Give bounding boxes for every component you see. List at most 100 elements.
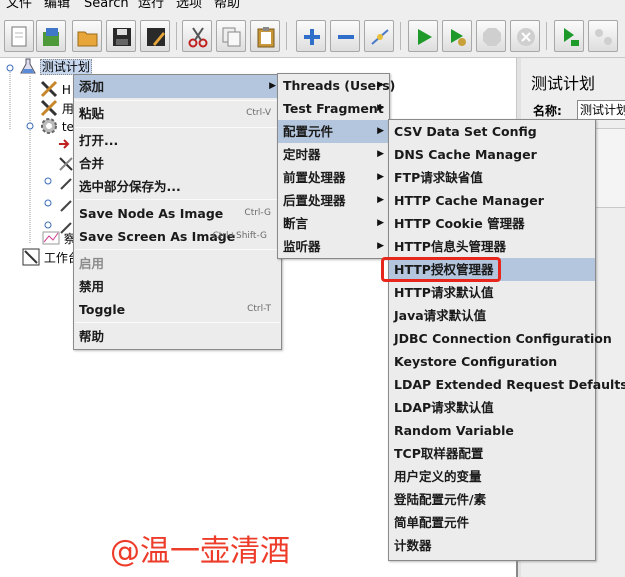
menu-edit[interactable]: 编辑 (44, 0, 70, 12)
stop-button[interactable] (476, 20, 506, 52)
shutdown-button[interactable] (510, 20, 540, 52)
pen-icon (60, 200, 72, 212)
tree-node-pen[interactable] (58, 176, 74, 194)
folder-open-icon (77, 31, 98, 47)
menu-item-ldap-request-defaults[interactable]: LDAP请求默认值 (389, 396, 595, 419)
scissors-icon (188, 27, 208, 48)
context-menu: 添加 ▶ 粘贴 Ctrl-V 打开... 合并 选中部分保存为... Save No… (73, 74, 282, 350)
menu-item-ftp-request-defaults[interactable]: FTP请求缺省值 (389, 166, 595, 189)
new-file-icon (11, 26, 27, 47)
toolbar (0, 14, 625, 58)
chevron-right-icon: ▶ (377, 126, 384, 136)
new-button[interactable] (4, 20, 34, 52)
copy-button[interactable] (216, 20, 246, 52)
menu-item-http-header-manager[interactable]: HTTP信息头管理器 (389, 235, 595, 258)
chevron-right-icon: ▶ (377, 103, 384, 113)
menu-item-dns-cache-manager[interactable]: DNS Cache Manager (389, 143, 595, 166)
menu-separator (75, 322, 280, 323)
menu-item-open[interactable]: 打开... (74, 129, 281, 152)
menu-file[interactable]: 文件 (6, 0, 32, 12)
tree-node-workbench[interactable]: 工作台 (22, 248, 80, 266)
templates-button[interactable] (36, 20, 66, 52)
menu-item-assertions[interactable]: 断言 ▶ (278, 212, 389, 235)
tools-icon (59, 157, 73, 171)
menu-item-save-node-as-image[interactable]: Save Node As Image Ctrl-G (74, 202, 281, 225)
remote-stop-button[interactable] (588, 20, 618, 52)
menu-item-merge[interactable]: 合并 (74, 152, 281, 175)
chevron-right-icon: ▶ (269, 81, 276, 91)
page-title: 测试计划 (531, 74, 596, 93)
menu-help[interactable]: 帮助 (214, 0, 240, 12)
chevron-right-icon: ▶ (377, 241, 384, 251)
menu-item-post-processors[interactable]: 后置处理器 ▶ (278, 189, 389, 212)
menu-item-pre-processors[interactable]: 前置处理器 ▶ (278, 166, 389, 189)
menu-item-paste[interactable]: 粘贴 Ctrl-V (74, 102, 281, 125)
templates-icon (43, 28, 59, 46)
stop-icon (483, 28, 501, 46)
menu-item-disable[interactable]: 禁用 (74, 275, 281, 298)
menu-item-java-request-defaults[interactable]: Java请求默认值 (389, 304, 595, 327)
tree-node-tool[interactable] (58, 156, 74, 174)
remote-start-icon (564, 28, 579, 46)
expand-button[interactable] (296, 20, 326, 52)
menu-separator (75, 100, 280, 101)
remote-start-button[interactable] (554, 20, 584, 52)
menu-item-user-defined-variables[interactable]: 用户定义的变量 (389, 465, 595, 488)
play-icon (418, 29, 432, 45)
tree-node-listener[interactable]: 察 (42, 230, 76, 248)
menu-item-jdbc-connection-configuration[interactable]: JDBC Connection Configuration (389, 327, 612, 350)
name-label: 名称: (533, 104, 562, 118)
menu-item-enable: 启用 (79, 256, 105, 271)
menu-item-config-element[interactable]: 配置元件 ▶ (278, 120, 389, 143)
open-button[interactable] (72, 20, 102, 52)
menu-item-keystore-configuration[interactable]: Keystore Configuration (389, 350, 595, 373)
tree-node-sampler[interactable] (58, 136, 72, 154)
tree-node-te[interactable]: te (40, 117, 74, 135)
tree-node-label: 测试计划 (39, 59, 92, 75)
menu-item-http-cache-manager[interactable]: HTTP Cache Manager (389, 189, 595, 212)
save-button[interactable] (106, 20, 136, 52)
menu-item-help[interactable]: 帮助 (74, 325, 281, 348)
menu-search[interactable]: Search (84, 0, 129, 12)
tree-node-pen[interactable] (58, 198, 74, 216)
menu-item-add[interactable]: 添加 ▶ (74, 75, 281, 98)
add-submenu: Threads (Users) ▶ Test Fragment ▶ 配置元件 ▶ 定时… (277, 73, 395, 259)
menu-item-toggle[interactable]: Toggle Ctrl-T (74, 298, 281, 321)
menu-item-http-request-defaults[interactable]: HTTP请求默认值 (389, 281, 595, 304)
menu-item-listener[interactable]: 监听器 ▶ (278, 235, 389, 258)
menu-item-timer[interactable]: 定时器 ▶ (278, 143, 389, 166)
menu-item-simple-config-element[interactable]: 简单配置元件 (389, 511, 595, 534)
menu-item-login-config-element[interactable]: 登陆配置元件/素 (389, 488, 595, 511)
menu-item-save-selection-as[interactable]: 选中部分保存为... (74, 175, 281, 198)
menu-options[interactable]: 选项 (176, 0, 202, 12)
tools-icon (40, 80, 58, 98)
menu-item-test-fragment[interactable]: Test Fragment ▶ (278, 97, 389, 120)
menu-item-tcp-sampler-config[interactable]: TCP取样器配置 (389, 442, 595, 465)
scrollbar-edge (516, 560, 518, 577)
menu-separator (75, 199, 280, 200)
menu-item-threads[interactable]: Threads (Users) ▶ (278, 74, 395, 97)
menu-item-random-variable[interactable]: Random Variable (389, 419, 595, 442)
start-button[interactable] (408, 20, 438, 52)
menu-item-save-screen-as-image[interactable]: Save Screen As Image Ctrl+Shift-G (74, 225, 281, 248)
minus-icon (338, 35, 354, 39)
menu-item-ldap-extended-request-defaults[interactable]: LDAP Extended Request Defaults (389, 373, 625, 396)
chevron-right-icon: ▶ (377, 149, 384, 159)
menu-item-http-authorization-manager[interactable]: HTTP授权管理器 (389, 258, 595, 281)
remote-stop-icon (595, 29, 612, 45)
menu-run[interactable]: 运行 (138, 0, 164, 12)
start-no-pauses-button[interactable] (442, 20, 472, 52)
collapse-button[interactable] (330, 20, 360, 52)
cut-button[interactable] (182, 20, 212, 52)
menu-item-csv-data-set-config[interactable]: CSV Data Set Config (389, 120, 595, 143)
tree-node-h[interactable]: H (40, 80, 71, 98)
chevron-right-icon: ▶ (377, 195, 384, 205)
name-field[interactable]: 测试计划 (577, 100, 625, 120)
menu-item-http-cookie-manager[interactable]: HTTP Cookie 管理器 (389, 212, 595, 235)
toggle-button[interactable] (364, 20, 394, 52)
menu-item-counter[interactable]: 计数器 (389, 534, 595, 557)
watermark: @温一壶清酒 (110, 534, 290, 569)
save-as-button[interactable] (140, 20, 170, 52)
tree-node-yong[interactable]: 用 (40, 99, 74, 117)
paste-button[interactable] (250, 20, 280, 52)
